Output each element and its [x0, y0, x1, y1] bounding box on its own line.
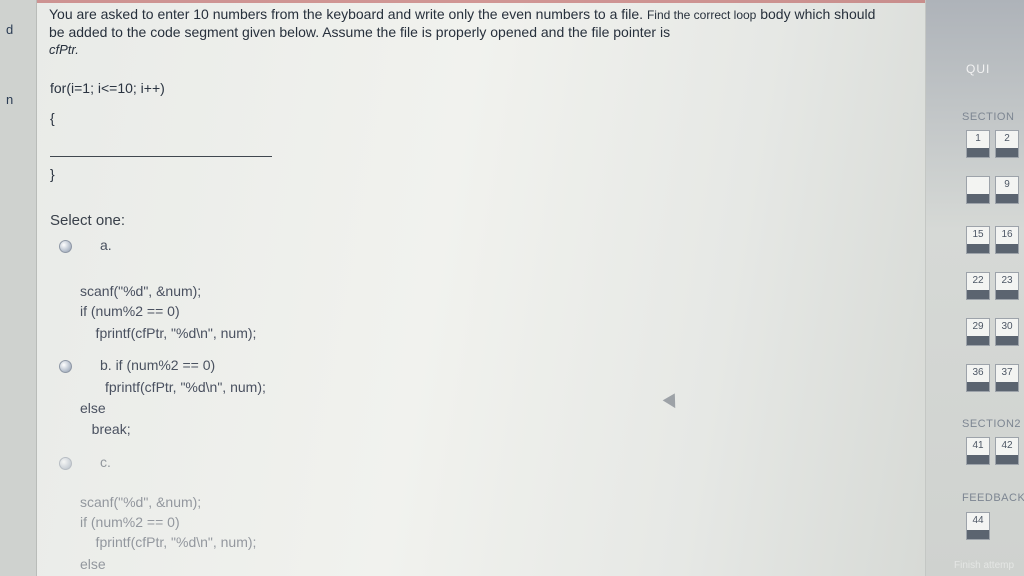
mouse-cursor-icon — [662, 393, 682, 412]
section-2-label: SECTION2 — [962, 418, 1022, 430]
option-a-code-line1: scanf("%d", &num); — [80, 283, 202, 299]
code-for-line: for(i=1; i<=10; i++) — [50, 80, 165, 96]
question-nav-42[interactable]: 42 — [995, 437, 1019, 465]
code-close-brace: } — [50, 166, 55, 182]
finish-attempt-link[interactable]: Finish attemp — [954, 560, 1014, 571]
option-b-code-line1: fprintf(cfPtr, "%d\n", num); — [105, 379, 266, 395]
question-nav-9[interactable]: 9 — [995, 176, 1019, 204]
option-c-code-line4: else — [80, 556, 106, 572]
option-b-label[interactable]: b. if (num%2 == 0) — [100, 357, 215, 373]
feedback-section-label: FEEDBACK — [962, 492, 1024, 504]
question-nav-8[interactable] — [966, 176, 990, 204]
file-pointer-name: cfPtr. — [49, 42, 79, 57]
option-c-code-line2: if (num%2 == 0) — [80, 514, 180, 530]
left-mark-d: d — [6, 22, 14, 37]
top-accent-line — [37, 0, 925, 3]
quiz-navigation-panel: QUI SECTION 1 2 9 15 16 22 23 29 30 36 3… — [926, 0, 1024, 576]
option-a-radio[interactable] — [59, 240, 72, 253]
section-1-label: SECTION — [962, 111, 1015, 123]
option-c-label[interactable]: c. — [100, 454, 111, 470]
question-panel: You are asked to enter 10 numbers from t… — [37, 0, 926, 576]
question-text-part1: You are asked to enter 10 numbers from t… — [49, 6, 647, 22]
left-mark-n: n — [6, 92, 14, 107]
option-a-code-line3: fprintf(cfPtr, "%d\n", num); — [80, 325, 257, 341]
question-nav-30[interactable]: 30 — [995, 318, 1019, 346]
option-c-code-line1: scanf("%d", &num); — [80, 494, 202, 510]
question-nav-36[interactable]: 36 — [966, 364, 990, 392]
question-nav-15[interactable]: 15 — [966, 226, 990, 254]
question-nav-44[interactable]: 44 — [966, 512, 990, 540]
question-nav-23[interactable]: 23 — [995, 272, 1019, 300]
quiz-nav-title: QUI — [966, 62, 991, 76]
select-one-label: Select one: — [50, 212, 126, 229]
question-nav-37[interactable]: 37 — [995, 364, 1019, 392]
option-b-radio[interactable] — [59, 360, 72, 373]
question-nav-16[interactable]: 16 — [995, 226, 1019, 254]
option-c-code-line3: fprintf(cfPtr, "%d\n", num); — [80, 534, 257, 550]
question-nav-2[interactable]: 2 — [995, 130, 1019, 158]
option-c-radio[interactable] — [59, 457, 72, 470]
question-nav-1[interactable]: 1 — [966, 130, 990, 158]
code-open-brace: { — [50, 110, 55, 126]
question-text-part2: Find the correct loop — [646, 8, 757, 22]
question-nav-29[interactable]: 29 — [966, 318, 990, 346]
option-a-code-line2: if (num%2 == 0) — [80, 303, 180, 319]
question-text: You are asked to enter 10 numbers from t… — [49, 6, 889, 58]
left-edge-panel: d n — [0, 0, 37, 576]
question-nav-22[interactable]: 22 — [966, 272, 990, 300]
option-a-label[interactable]: a. — [100, 237, 112, 253]
option-b-code-line3: break; — [80, 421, 131, 437]
answer-blank-line — [50, 156, 272, 157]
option-b-code-line2: else — [80, 400, 106, 416]
question-nav-41[interactable]: 41 — [966, 437, 990, 465]
